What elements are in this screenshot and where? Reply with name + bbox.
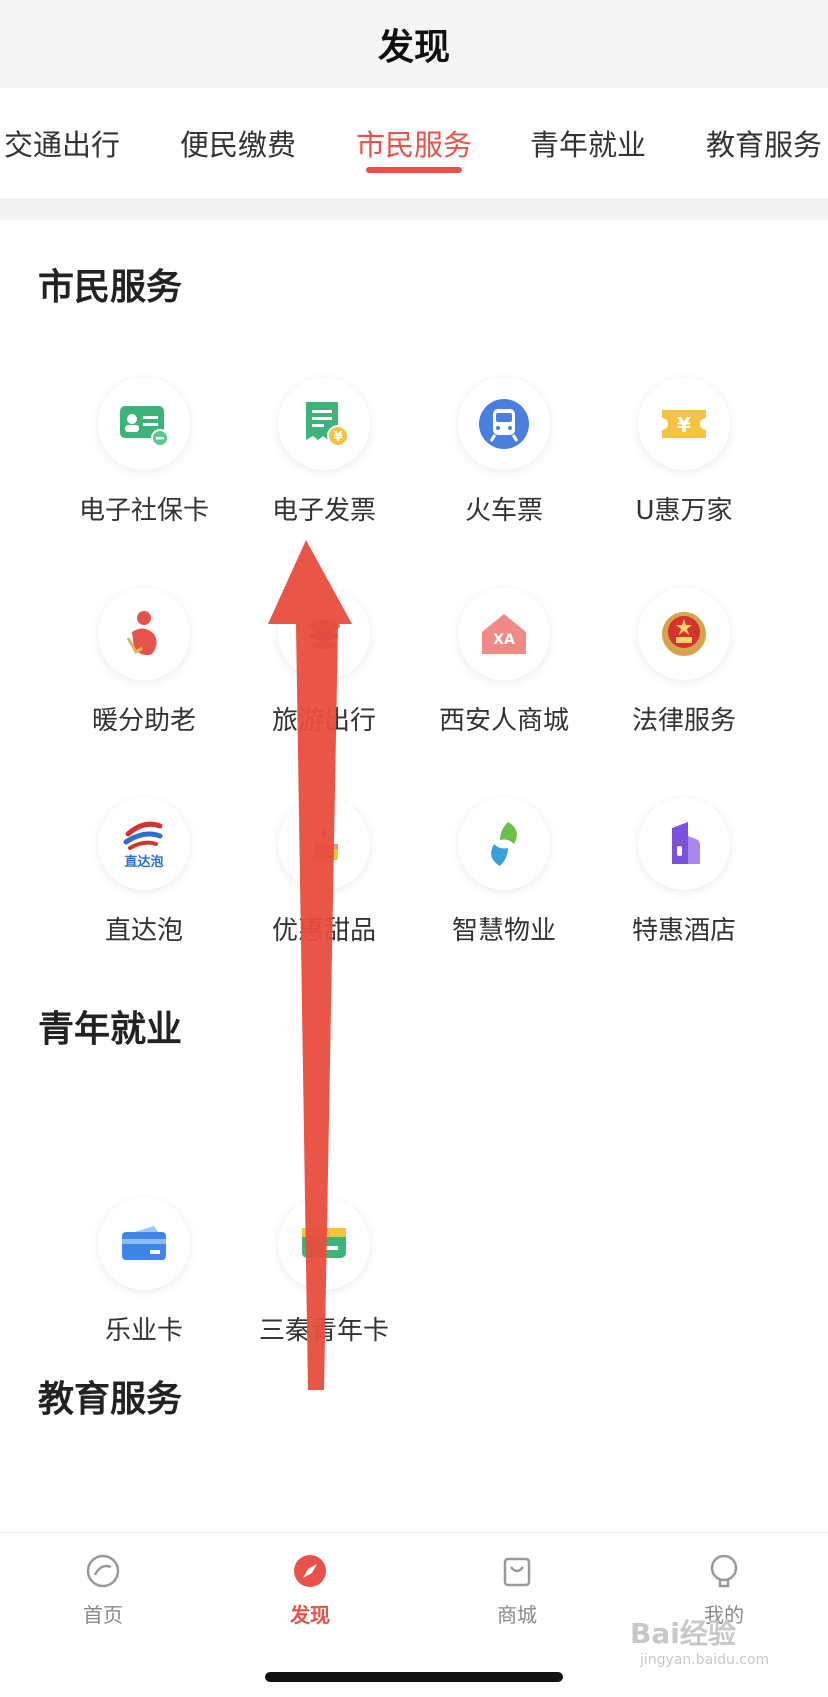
watermark: Bai经验 <box>630 1617 736 1650</box>
section-divider <box>0 198 828 220</box>
compass-icon <box>294 1555 326 1587</box>
nav-label: 商城 <box>497 1603 537 1627</box>
service-label: 乐业卡 <box>104 1316 183 1346</box>
service-label: 三秦青年卡 <box>258 1316 389 1346</box>
service-elderly-care[interactable]: 暖分助老 <box>54 588 234 737</box>
e-invoice-icon: ¥ <box>278 378 370 470</box>
svg-text:¥: ¥ <box>677 413 691 437</box>
tab-label: 市民服务 <box>355 128 472 162</box>
service-label: 智慧物业 <box>451 916 556 946</box>
section-title-education: 教育服务 <box>38 1379 183 1420</box>
home-icon <box>86 1554 120 1588</box>
elderly-care-icon <box>98 588 190 680</box>
top-header: 发现 <box>0 0 828 88</box>
service-sanqin-youth-card[interactable]: 三秦青年卡 <box>234 1198 414 1347</box>
nav-home[interactable]: 首页 <box>43 1551 163 1628</box>
service-leye-card[interactable]: 乐业卡 <box>54 1198 234 1347</box>
tab-label: 便民缴费 <box>179 128 296 162</box>
service-e-social-security-card[interactable]: 电子社保卡 <box>54 378 234 527</box>
nav-discover[interactable]: 发现 <box>250 1551 370 1628</box>
service-travel[interactable]: 旅游出行 <box>234 588 414 737</box>
watermark-url: jingyan.baidu.com <box>640 1652 770 1668</box>
tab-payment[interactable]: 便民缴费 <box>164 88 312 198</box>
service-label: 火车票 <box>464 496 543 526</box>
zhidapao-logo-icon: 直达泡 <box>98 798 190 890</box>
service-label: 西安人商城 <box>438 706 569 736</box>
green-card-icon <box>278 1198 370 1290</box>
service-label: 法律服务 <box>631 706 736 736</box>
service-e-invoice[interactable]: ¥ 电子发票 <box>234 378 414 527</box>
service-u-benefit[interactable]: ¥ U惠万家 <box>594 378 774 527</box>
nav-label: 发现 <box>290 1603 330 1627</box>
section-title-youth: 青年就业 <box>38 1009 183 1050</box>
tab-citizen-services[interactable]: 市民服务 <box>340 88 488 198</box>
svg-text:¥: ¥ <box>333 430 342 445</box>
service-smart-property[interactable]: 智慧物业 <box>414 798 594 947</box>
hotel-icon <box>638 798 730 890</box>
category-tabs: 交通出行 便民缴费 市民服务 青年就业 教育服务 <box>0 88 828 198</box>
tab-label: 教育服务 <box>705 128 822 162</box>
national-emblem-icon <box>638 588 730 680</box>
blue-card-icon <box>98 1198 190 1290</box>
xa-mall-icon: XA <box>458 588 550 680</box>
profile-icon <box>710 1554 738 1588</box>
service-dessert[interactable]: 优惠甜品 <box>234 798 414 947</box>
service-label: U惠万家 <box>635 496 733 526</box>
tab-transport[interactable]: 交通出行 <box>0 88 124 198</box>
social-security-card-icon <box>98 378 190 470</box>
train-icon <box>458 378 550 470</box>
shopping-bag-icon <box>503 1557 531 1587</box>
smart-property-icon <box>458 798 550 890</box>
service-zhidapao[interactable]: 直达泡 直达泡 <box>54 798 234 947</box>
service-xa-mall[interactable]: XA 西安人商城 <box>414 588 594 737</box>
tab-youth-employment[interactable]: 青年就业 <box>514 88 662 198</box>
service-label: 电子社保卡 <box>78 496 209 526</box>
service-legal[interactable]: 法律服务 <box>594 588 774 737</box>
service-label: 优惠甜品 <box>271 916 376 946</box>
nav-label: 首页 <box>83 1603 123 1627</box>
nav-mall[interactable]: 商城 <box>457 1551 577 1628</box>
tab-label: 交通出行 <box>3 128 120 162</box>
service-label: 直达泡 <box>104 916 183 946</box>
tab-education[interactable]: 教育服务 <box>690 88 828 198</box>
dessert-icon <box>278 798 370 890</box>
tab-label: 青年就业 <box>529 128 646 162</box>
home-indicator <box>265 1672 563 1682</box>
service-label: 旅游出行 <box>271 706 376 736</box>
travel-icon <box>278 588 370 680</box>
section-title-citizen: 市民服务 <box>38 267 183 308</box>
service-label: 暖分助老 <box>91 706 196 736</box>
service-hotel[interactable]: 特惠酒店 <box>594 798 774 947</box>
active-tab-indicator <box>366 167 462 173</box>
service-train-ticket[interactable]: 火车票 <box>414 378 594 527</box>
page-title: 发现 <box>377 27 450 68</box>
service-label: 特惠酒店 <box>631 916 736 946</box>
service-label: 电子发票 <box>271 496 376 526</box>
svg-text:XA: XA <box>493 632 515 648</box>
yuan-coupon-icon: ¥ <box>638 378 730 470</box>
svg-text:直达泡: 直达泡 <box>124 854 163 870</box>
